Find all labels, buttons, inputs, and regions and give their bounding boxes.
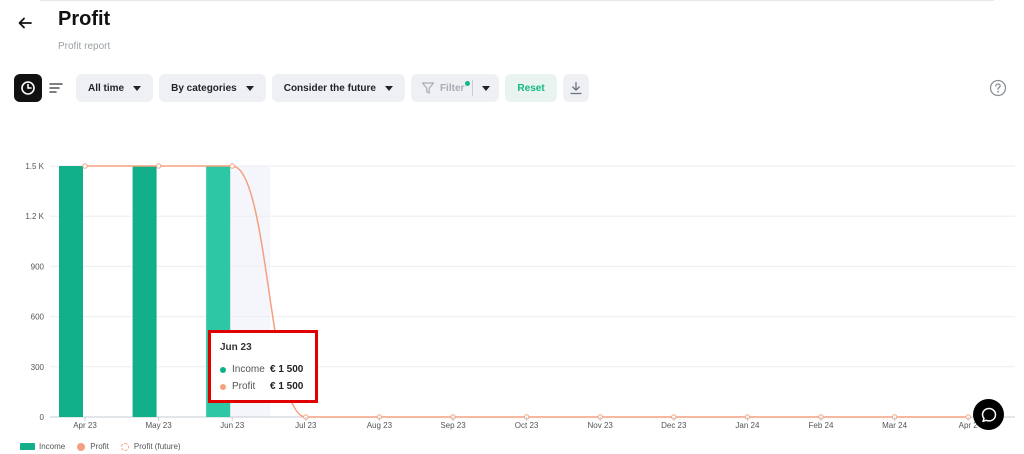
x-tick-label: Apr 23 <box>73 421 97 430</box>
profit-point[interactable] <box>229 163 235 169</box>
x-tick-label: May 23 <box>145 421 172 430</box>
profit-point[interactable] <box>155 163 162 169</box>
profit-dot-icon <box>220 383 226 390</box>
y-tick-label: 1.2 K <box>25 212 44 221</box>
x-tick-label: Jan 24 <box>735 421 760 430</box>
tooltip-label: Income <box>232 364 265 375</box>
tooltip-row-income: Income € 1 500 <box>220 361 315 378</box>
income-bar[interactable] <box>59 166 83 417</box>
tooltip-label: Profit <box>232 381 256 392</box>
y-tick-label: 900 <box>31 262 45 271</box>
x-tick-label: Oct 23 <box>515 421 539 430</box>
y-tick-label: 1.5 K <box>25 162 44 171</box>
x-tick-label: Jun 23 <box>220 421 245 430</box>
tooltip-value: € 1 500 <box>270 364 304 375</box>
profit-point[interactable] <box>82 163 88 169</box>
chart-tooltip: Jun 23 Income € 1 500 Profit € 1 500 <box>208 330 318 403</box>
legend-swatch-icon <box>20 443 35 450</box>
y-tick-label: 300 <box>31 363 45 372</box>
chat-bubble-icon <box>981 407 996 422</box>
tooltip-title: Jun 23 <box>220 342 252 353</box>
tooltip-row-profit: Profit € 1 500 <box>220 378 315 395</box>
tooltip-value: € 1 500 <box>270 381 304 392</box>
x-tick-label: Feb 24 <box>809 421 834 430</box>
x-tick-label: Mar 24 <box>882 421 907 430</box>
income-bar[interactable] <box>132 166 157 417</box>
legend-label: Income <box>39 442 66 451</box>
legend-label: Profit <box>90 442 109 451</box>
legend-item-profit[interactable]: Profit <box>77 442 109 451</box>
y-tick-label: 0 <box>40 413 45 422</box>
x-tick-label: Nov 23 <box>588 421 614 430</box>
profit-chart: 03006009001.2 K1.5 K Apr 23 May 23 Jun 23 J… <box>25 162 1015 430</box>
legend-item-income[interactable]: Income <box>20 442 65 451</box>
legend-item-profit-future[interactable]: Profit (future) <box>120 442 181 451</box>
legend-dashed-circle-icon <box>120 442 129 451</box>
chart-legend: Income Profit Profit (future) <box>20 442 193 451</box>
legend-dot-icon <box>77 442 86 451</box>
income-dot-icon <box>220 366 226 373</box>
x-tick-label: Jul 23 <box>295 421 317 430</box>
x-tick-label: Sep 23 <box>440 421 466 430</box>
x-tick-label: Aug 23 <box>367 421 393 430</box>
chat-button[interactable] <box>973 399 1004 430</box>
y-tick-label: 600 <box>31 313 45 322</box>
x-tick-label: Dec 23 <box>661 421 687 430</box>
legend-label: Profit (future) <box>133 442 181 451</box>
